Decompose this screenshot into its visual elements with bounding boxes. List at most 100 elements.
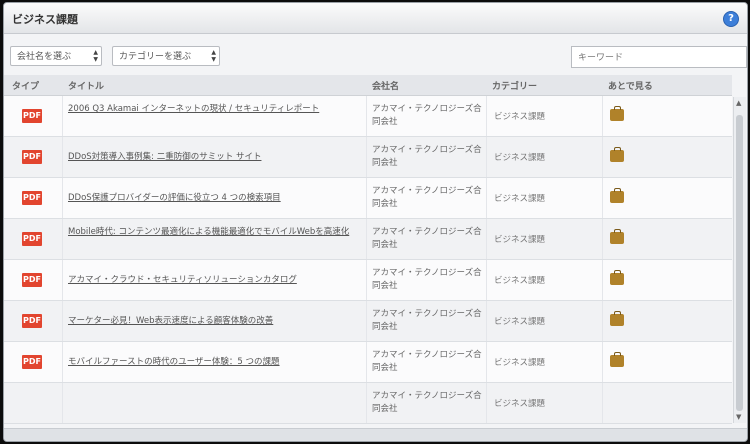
column-divider (486, 342, 487, 382)
company-name: アカマイ・テクノロジーズ合同会社 (372, 145, 482, 168)
document-title-link[interactable]: アカマイ・クラウド・セキュリティソリューションカタログ (68, 274, 358, 287)
scrollbar-thumb[interactable] (736, 115, 743, 411)
table-row[interactable]: PDF アカマイ・クラウド・セキュリティソリューションカタログ アカマイ・テクノロジ… (4, 260, 732, 301)
column-divider (366, 219, 367, 259)
column-divider (62, 178, 63, 218)
column-divider (486, 219, 487, 259)
table-row[interactable]: アカマイ・テクノロジーズ合同会社 ビジネス課題 (4, 383, 732, 424)
column-divider (366, 383, 367, 423)
column-divider (366, 137, 367, 177)
column-divider (602, 96, 603, 136)
company-name: アカマイ・テクノロジーズ合同会社 (372, 186, 482, 209)
column-divider (602, 383, 603, 423)
column-divider (602, 260, 603, 300)
company-name: アカマイ・テクノロジーズ合同会社 (372, 268, 482, 291)
category-label: ビジネス課題 (494, 194, 546, 204)
company-name: アカマイ・テクノロジーズ合同会社 (372, 309, 482, 332)
table-row[interactable]: PDF モバイルファーストの時代のユーザー体験：5 つの課題 アカマイ・テクノロジー… (4, 342, 732, 383)
briefcase-icon[interactable] (610, 147, 624, 162)
column-header-read-later[interactable]: あとで見る (608, 79, 653, 92)
keyword-input[interactable]: キーワード (571, 46, 747, 68)
document-title-link[interactable]: マーケター必見！Web表示速度による顧客体験の改善 (68, 315, 358, 328)
scroll-down-icon[interactable]: ▼ (736, 413, 741, 421)
table-header: タイプ タイトル 会社名 カテゴリー あとで見る (4, 75, 732, 96)
filter-toolbar: 会社名を選ぶ ▲ ▼ カテゴリーを選ぶ ▲ ▼ キーワード (4, 34, 747, 74)
column-divider (486, 260, 487, 300)
category-label: ビジネス課題 (494, 317, 546, 327)
company-select[interactable]: 会社名を選ぶ ▲ ▼ (10, 46, 102, 66)
company-name: アカマイ・テクノロジーズ合同会社 (372, 104, 482, 127)
pdf-icon: PDF (22, 191, 42, 205)
category-label: ビジネス課題 (494, 276, 546, 286)
column-divider (62, 342, 63, 382)
column-divider (62, 260, 63, 300)
company-name: アカマイ・テクノロジーズ合同会社 (372, 391, 482, 414)
pdf-icon: PDF (22, 232, 42, 246)
column-header-type[interactable]: タイプ (12, 79, 39, 92)
column-divider (486, 178, 487, 218)
column-divider (366, 342, 367, 382)
column-divider (62, 219, 63, 259)
vertical-scrollbar[interactable]: ▲ ▼ (733, 97, 746, 423)
document-title-link[interactable]: Mobile時代: コンテンツ最適化による機能最適化でモバイルWebを高速化 (68, 226, 358, 239)
column-divider (486, 96, 487, 136)
column-divider (602, 219, 603, 259)
pdf-icon: PDF (22, 314, 42, 328)
pdf-icon: PDF (22, 109, 42, 123)
panel-titlebar: ビジネス課題 ? (4, 3, 747, 34)
briefcase-icon[interactable] (610, 229, 624, 244)
document-title-link[interactable]: DDoS対策導入事例集: 二重防御のサミット サイト (68, 151, 358, 164)
spinner-arrows-icon: ▲ ▼ (211, 49, 216, 63)
column-header-company[interactable]: 会社名 (372, 79, 399, 92)
table-row[interactable]: PDF Mobile時代: コンテンツ最適化による機能最適化でモバイルWebを高速… (4, 219, 732, 260)
help-icon[interactable]: ? (723, 11, 739, 27)
company-name: アカマイ・テクノロジーズ合同会社 (372, 350, 482, 373)
briefcase-icon[interactable] (610, 352, 624, 367)
briefcase-icon[interactable] (610, 188, 624, 203)
column-divider (486, 301, 487, 341)
category-label: ビジネス課題 (494, 399, 546, 409)
column-header-title[interactable]: タイトル (68, 79, 104, 92)
table-body: PDF 2006 Q3 Akamai インターネットの現状 / セキュリティレポー… (4, 96, 732, 424)
column-divider (62, 383, 63, 423)
document-title-link[interactable]: DDoS保護プロバイダーの評価に役立つ 4 つの検索項目 (68, 192, 358, 205)
pdf-icon: PDF (22, 355, 42, 369)
category-label: ビジネス課題 (494, 153, 546, 163)
document-title-link[interactable]: モバイルファーストの時代のユーザー体験：5 つの課題 (68, 356, 358, 369)
document-title-link[interactable]: 2006 Q3 Akamai インターネットの現状 / セキュリティレポート (68, 103, 358, 116)
table-row[interactable]: PDF DDoS保護プロバイダーの評価に役立つ 4 つの検索項目 アカマイ・テクノロ… (4, 178, 732, 219)
column-divider (602, 137, 603, 177)
briefcase-icon[interactable] (610, 311, 624, 326)
column-divider (62, 137, 63, 177)
category-label: ビジネス課題 (494, 112, 546, 122)
column-divider (602, 178, 603, 218)
column-header-category[interactable]: カテゴリー (492, 79, 537, 92)
panel-title: ビジネス課題 (12, 13, 78, 26)
column-divider (602, 301, 603, 341)
category-select[interactable]: カテゴリーを選ぶ ▲ ▼ (112, 46, 220, 66)
column-divider (62, 301, 63, 341)
column-divider (486, 137, 487, 177)
pdf-icon: PDF (22, 273, 42, 287)
pdf-icon: PDF (22, 150, 42, 164)
column-divider (366, 301, 367, 341)
column-divider (366, 96, 367, 136)
scroll-up-icon[interactable]: ▲ (736, 99, 741, 107)
table-row[interactable]: PDF マーケター必見！Web表示速度による顧客体験の改善 アカマイ・テクノロジーズ… (4, 301, 732, 342)
company-select-value: 会社名を選ぶ (17, 52, 72, 62)
business-topics-panel: ビジネス課題 ? 会社名を選ぶ ▲ ▼ カテゴリーを選ぶ ▲ ▼ キーワード タイプ… (3, 2, 748, 442)
category-label: ビジネス課題 (494, 358, 546, 368)
spinner-arrows-icon: ▲ ▼ (93, 49, 98, 63)
table-row[interactable]: PDF 2006 Q3 Akamai インターネットの現状 / セキュリティレポー… (4, 96, 732, 137)
company-name: アカマイ・テクノロジーズ合同会社 (372, 227, 482, 250)
briefcase-icon[interactable] (610, 270, 624, 285)
column-divider (602, 342, 603, 382)
column-divider (486, 383, 487, 423)
horizontal-scrollbar[interactable] (4, 428, 747, 441)
table-row[interactable]: PDF DDoS対策導入事例集: 二重防御のサミット サイト アカマイ・テクノロジー… (4, 137, 732, 178)
column-divider (366, 260, 367, 300)
briefcase-icon[interactable] (610, 106, 624, 121)
column-divider (366, 178, 367, 218)
category-select-value: カテゴリーを選ぶ (119, 52, 192, 62)
documents-table: タイプ タイトル 会社名 カテゴリー あとで見る PDF 2006 Q3 Akam… (4, 75, 732, 424)
